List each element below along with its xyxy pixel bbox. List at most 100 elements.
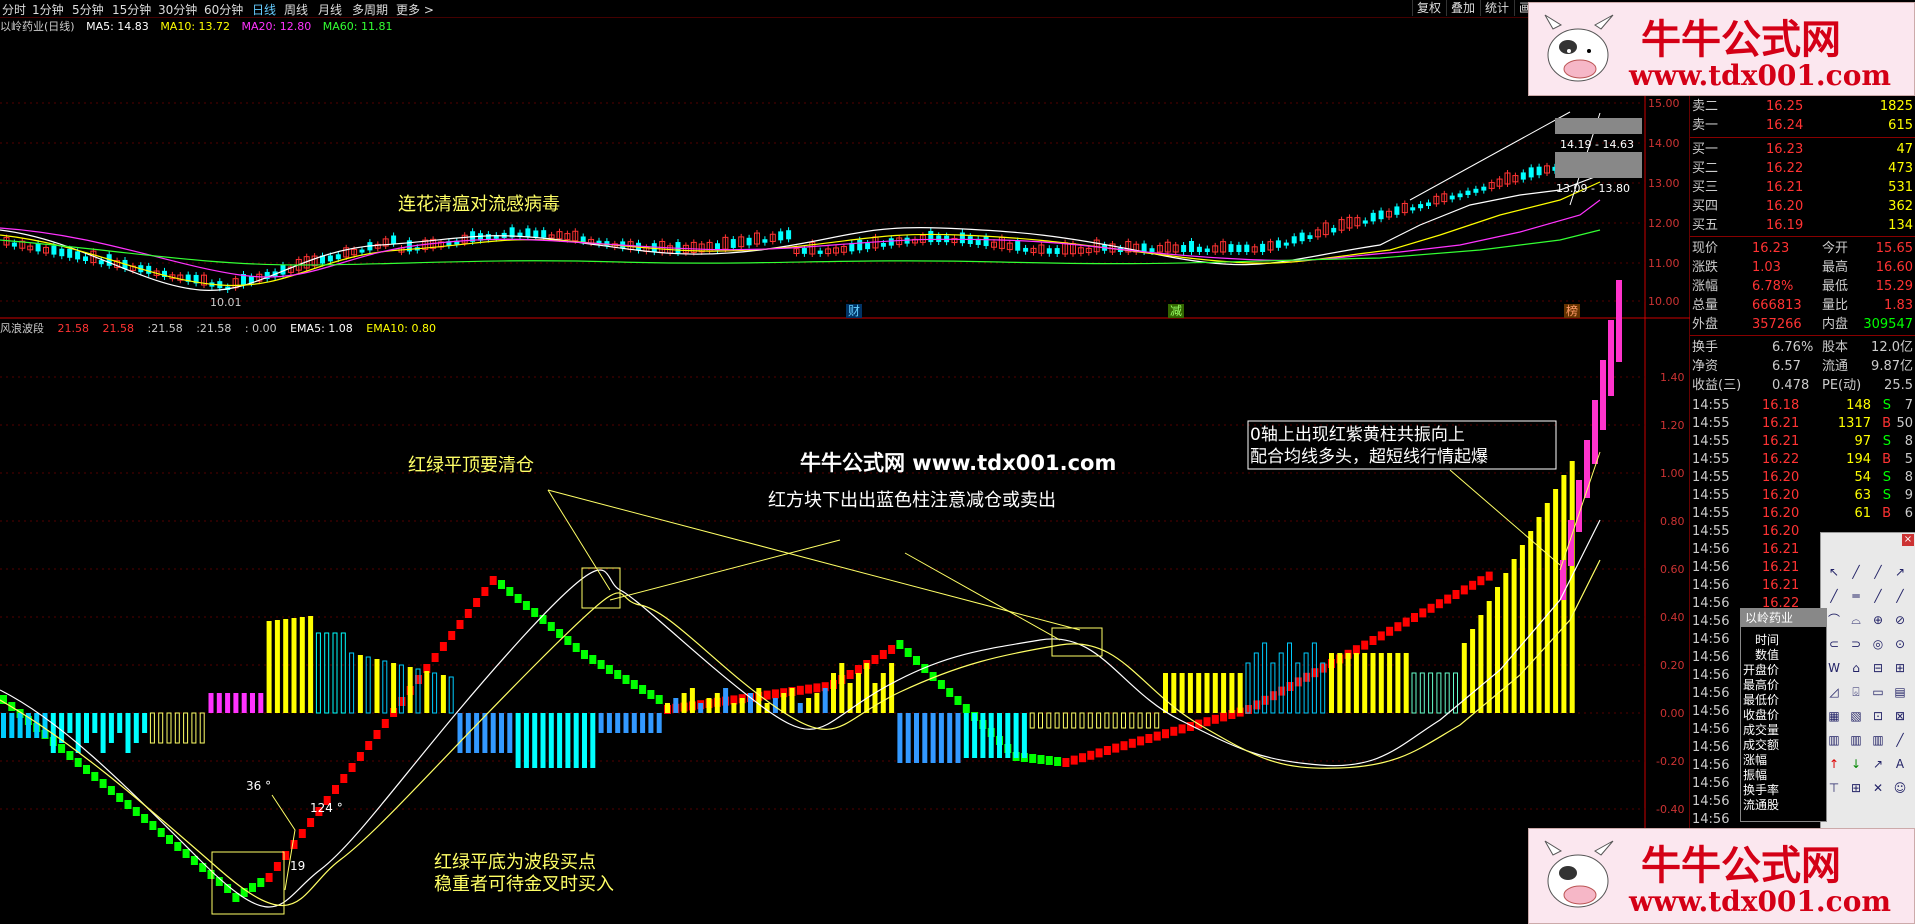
hist-bar <box>1005 713 1011 758</box>
draw-tool-icon[interactable]: ⊟ <box>1869 659 1887 677</box>
draw-tool-icon[interactable]: ↗ <box>1891 563 1909 581</box>
buy-row-cell: 134 <box>1888 218 1913 233</box>
draw-tool-icon[interactable]: ⊘ <box>1891 611 1909 629</box>
hist-bar <box>208 693 214 713</box>
draw-tool-icon[interactable]: ▥ <box>1847 731 1865 749</box>
block-mark <box>58 744 66 753</box>
draw-tool-icon[interactable]: ↗ <box>1869 755 1887 773</box>
draw-tool-icon[interactable]: W <box>1825 659 1843 677</box>
hist-bar <box>1345 653 1351 713</box>
draw-tool-icon[interactable]: ◿ <box>1825 683 1843 701</box>
hist-bar <box>1221 673 1227 713</box>
hist-bar <box>1311 642 1317 714</box>
draw-tool-icon[interactable]: ╱ <box>1847 563 1865 581</box>
stat-row-cell: 666813 <box>1752 298 1802 313</box>
hist-bar <box>1046 712 1052 729</box>
draw-tool-icon[interactable]: ⌒ <box>1825 611 1843 629</box>
buy-row-cell: 16.19 <box>1766 218 1804 233</box>
block-mark <box>1485 571 1493 581</box>
chart-canvas[interactable]: 15.00 14.00 13.00 12.00 11.00 10.00 1.40… <box>0 0 1690 924</box>
tick-row: 14:55 16.20 61 B 6 <box>1692 506 1913 521</box>
draw-tool-icon[interactable]: A <box>1891 755 1909 773</box>
hist-bar <box>1378 653 1384 713</box>
hist-bar <box>714 693 720 713</box>
hist-bar <box>1212 673 1218 713</box>
draw-tool-icon[interactable]: ▤ <box>1891 683 1909 701</box>
draw-tool-icon[interactable]: ⊃ <box>1847 635 1865 653</box>
candle <box>533 227 539 241</box>
draw-tool-icon[interactable]: ⌂ <box>1847 659 1865 677</box>
draw-tool-icon[interactable]: ╱ <box>1869 563 1887 581</box>
hist-bar <box>233 693 239 713</box>
data-window[interactable]: 以岭药业 时间 数值 开盘价 最高价 最低价 收盘价 成交量 成交额 涨幅 振幅 换手率 流通股 <box>1740 608 1827 822</box>
drawing-tool-panel[interactable]: × ↖ ╱ ╱ ↗ ╱ ═ ╱ ╱ ⌒ ⌓ ⊕ ⊘ ⊂ ⊃ ◎ ⊙ W ⌂ ⊟ ⊞ ◿ ⌺ ▭ ▤ ▦ ▧ ⊡ ⊠ ▥ ▥ ▥ ╱ ↑ ↓ ↗ A ⊤ ⊞… <box>1820 532 1915 834</box>
stat-row-cell: 1.03 <box>1752 260 1781 275</box>
block-mark <box>1411 613 1418 622</box>
draw-tool-icon[interactable]: ↑ <box>1825 755 1843 773</box>
draw-tool-icon[interactable]: ⊠ <box>1891 707 1909 725</box>
candle <box>1251 243 1258 255</box>
block-mark <box>589 655 597 664</box>
hist-bar <box>149 712 155 744</box>
draw-tool-icon[interactable]: ◎ <box>1869 635 1887 653</box>
block-mark <box>340 774 348 783</box>
draw-tool-icon[interactable]: ╱ <box>1891 731 1909 749</box>
hist-bar <box>698 703 704 713</box>
fund-row-cell: 25.5 <box>1884 378 1913 393</box>
draw-tool-icon[interactable]: ⊞ <box>1847 779 1865 797</box>
hist-bar <box>1461 643 1467 713</box>
candle <box>1236 241 1242 255</box>
event-markers[interactable]: 财 减 榜 <box>846 303 1580 318</box>
draw-tool-icon[interactable]: ═ <box>1847 587 1865 605</box>
hist-bar <box>515 713 521 768</box>
draw-tool-icon[interactable]: ╱ <box>1825 587 1843 605</box>
draw-tool-icon[interactable]: ↖ <box>1825 563 1843 581</box>
ind-tick-neg0.40: -0.40 <box>1656 803 1684 816</box>
draw-tool-icon[interactable]: ☺ <box>1891 779 1909 797</box>
hist-bar <box>606 713 612 733</box>
hist-bar <box>1569 461 1575 713</box>
close-icon[interactable]: × <box>1902 534 1914 546</box>
draw-tool-icon[interactable]: ▭ <box>1869 683 1887 701</box>
draw-tool-icon[interactable]: ▥ <box>1869 731 1887 749</box>
draw-tool-icon[interactable]: ⊕ <box>1869 611 1887 629</box>
block-mark <box>1211 714 1219 724</box>
draw-tool-icon[interactable]: ⊂ <box>1825 635 1843 653</box>
hist-bar <box>490 713 496 753</box>
hist-bar <box>797 703 803 713</box>
draw-tool-icon[interactable]: ⌺ <box>1847 683 1865 701</box>
block-mark <box>1037 755 1045 764</box>
hist-bar <box>324 632 330 714</box>
marker-jian: 减 <box>1170 304 1182 318</box>
data-window-title: 以岭药业 <box>1741 609 1826 627</box>
draw-tool-icon[interactable]: ╱ <box>1869 587 1887 605</box>
hist-bar <box>806 698 812 713</box>
candle <box>706 239 713 255</box>
draw-tool-icon[interactable]: ⌓ <box>1847 611 1865 629</box>
draw-tool-icon[interactable]: ⊙ <box>1891 635 1909 653</box>
cow-icon <box>1544 14 1614 82</box>
candle <box>1054 245 1060 257</box>
draw-tool-icon[interactable]: ▧ <box>1847 707 1865 725</box>
stat-row-cell: 外盘 <box>1692 317 1719 332</box>
hist-bar <box>1154 712 1160 729</box>
draw-tool-icon[interactable]: ↓ <box>1847 755 1865 773</box>
draw-tool-icon[interactable]: ▦ <box>1825 707 1843 725</box>
candle <box>256 271 263 285</box>
draw-tool-icon[interactable]: ⊞ <box>1891 659 1909 677</box>
hist-bar <box>872 683 878 713</box>
draw-tool-icon[interactable]: ⊤ <box>1825 779 1843 797</box>
candle <box>311 253 318 269</box>
draw-tool-icon[interactable]: ✕ <box>1869 779 1887 797</box>
hist-bar <box>199 712 205 744</box>
draw-tool-icon[interactable]: ⊡ <box>1869 707 1887 725</box>
magenta-bar <box>1576 480 1582 532</box>
draw-tool-icon[interactable]: ▥ <box>1825 731 1843 749</box>
note-blue-bar: 红方块下出出蓝色柱注意减仓或卖出 <box>768 490 1056 511</box>
candle <box>912 236 918 246</box>
buy-row-cell: 473 <box>1888 161 1913 176</box>
candle <box>690 239 697 256</box>
draw-tool-icon[interactable]: ╱ <box>1891 587 1909 605</box>
candle <box>193 271 199 287</box>
hist-bar <box>897 713 903 763</box>
